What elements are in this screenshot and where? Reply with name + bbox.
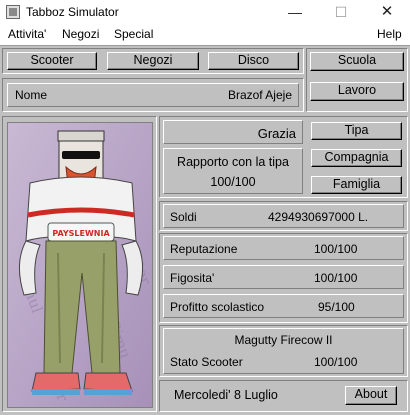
name-label: Nome: [15, 88, 48, 102]
window-title: Tabboz Simulator: [26, 5, 119, 19]
maximize-button[interactable]: ☐: [318, 0, 364, 24]
menu-attivita[interactable]: Attivita': [8, 27, 46, 41]
menu-bar: Attivita' Negozi Special Help: [0, 24, 410, 44]
scuola-button[interactable]: Scuola: [310, 52, 404, 71]
profitto-label: Profitto scolastico: [170, 300, 265, 314]
close-icon: ✕: [380, 3, 394, 20]
scooter-button[interactable]: Scooter: [7, 52, 97, 70]
famiglia-button[interactable]: Famiglia: [311, 176, 402, 194]
name-panel: Nome Brazof Ajeje: [7, 83, 299, 107]
portrait-frame: lator Simul ulator ator Simu PAYSLEWNIA: [7, 122, 153, 408]
profitto-value: 95/100: [318, 300, 355, 314]
famiglia-button-label: Famiglia: [332, 177, 381, 191]
menu-negozi[interactable]: Negozi: [62, 27, 99, 41]
scooter-button-label: Scooter: [30, 53, 74, 67]
menu-help[interactable]: Help: [377, 27, 402, 41]
profitto-panel: Profitto scolastico 95/100: [163, 294, 404, 318]
close-button[interactable]: ✕: [364, 0, 410, 24]
menu-special[interactable]: Special: [114, 27, 153, 41]
scuola-button-label: Scuola: [337, 53, 377, 67]
soldi-label: Soldi: [170, 210, 197, 224]
main-window: Scooter Negozi Disco Nome Brazof Ajeje S…: [0, 45, 410, 415]
date-label: Mercoledi' 8 Luglio: [174, 388, 278, 402]
name-value: Brazof Ajeje: [227, 88, 292, 102]
tipa-name: Grazia: [257, 126, 296, 141]
about-button[interactable]: About: [345, 386, 397, 405]
reputazione-label: Reputazione: [170, 242, 238, 256]
compagnia-button-label: Compagnia: [324, 150, 389, 164]
rapporto-panel: Rapporto con la tipa 100/100: [163, 148, 303, 194]
negozi-button[interactable]: Negozi: [107, 52, 199, 70]
scooter-panel: Magutty Firecow II Stato Scooter 100/100: [163, 328, 404, 374]
title-bar[interactable]: Tabboz Simulator — ☐ ✕: [0, 0, 410, 24]
tipa-button[interactable]: Tipa: [311, 122, 402, 140]
tipa-button-label: Tipa: [344, 123, 369, 137]
disco-button-label: Disco: [237, 53, 270, 67]
rapporto-label: Rapporto con la tipa: [177, 155, 289, 169]
rapporto-value: 100/100: [210, 175, 256, 189]
maximize-icon: ☐: [334, 4, 348, 20]
negozi-button-label: Negozi: [133, 53, 173, 67]
reputazione-value: 100/100: [314, 242, 358, 256]
scooter-model: Magutty Firecow II: [234, 333, 333, 347]
svg-text:PAYSLEWNIA: PAYSLEWNIA: [52, 229, 110, 238]
figosita-label: Figosita': [170, 271, 215, 285]
compagnia-button[interactable]: Compagnia: [311, 149, 402, 167]
tipa-name-panel: Grazia: [163, 120, 303, 144]
soldi-value: 4294930697000 L.: [268, 210, 369, 224]
disco-button[interactable]: Disco: [208, 52, 299, 70]
stato-scooter-label: Stato Scooter: [170, 355, 243, 369]
minimize-icon: —: [288, 4, 302, 20]
figosita-value: 100/100: [314, 271, 358, 285]
lavoro-button-label: Lavoro: [337, 83, 377, 97]
reputazione-panel: Reputazione 100/100: [163, 236, 404, 260]
minimize-button[interactable]: —: [272, 0, 318, 24]
about-button-label: About: [354, 387, 388, 401]
lavoro-button[interactable]: Lavoro: [310, 82, 404, 101]
soldi-panel: Soldi 4294930697000 L.: [163, 204, 404, 228]
tabboz-character-portrait-icon: lator Simul ulator ator Simu PAYSLEWNIA: [8, 123, 152, 407]
figosita-panel: Figosita' 100/100: [163, 265, 404, 289]
stato-scooter-value: 100/100: [314, 355, 358, 369]
app-icon: [6, 5, 20, 19]
